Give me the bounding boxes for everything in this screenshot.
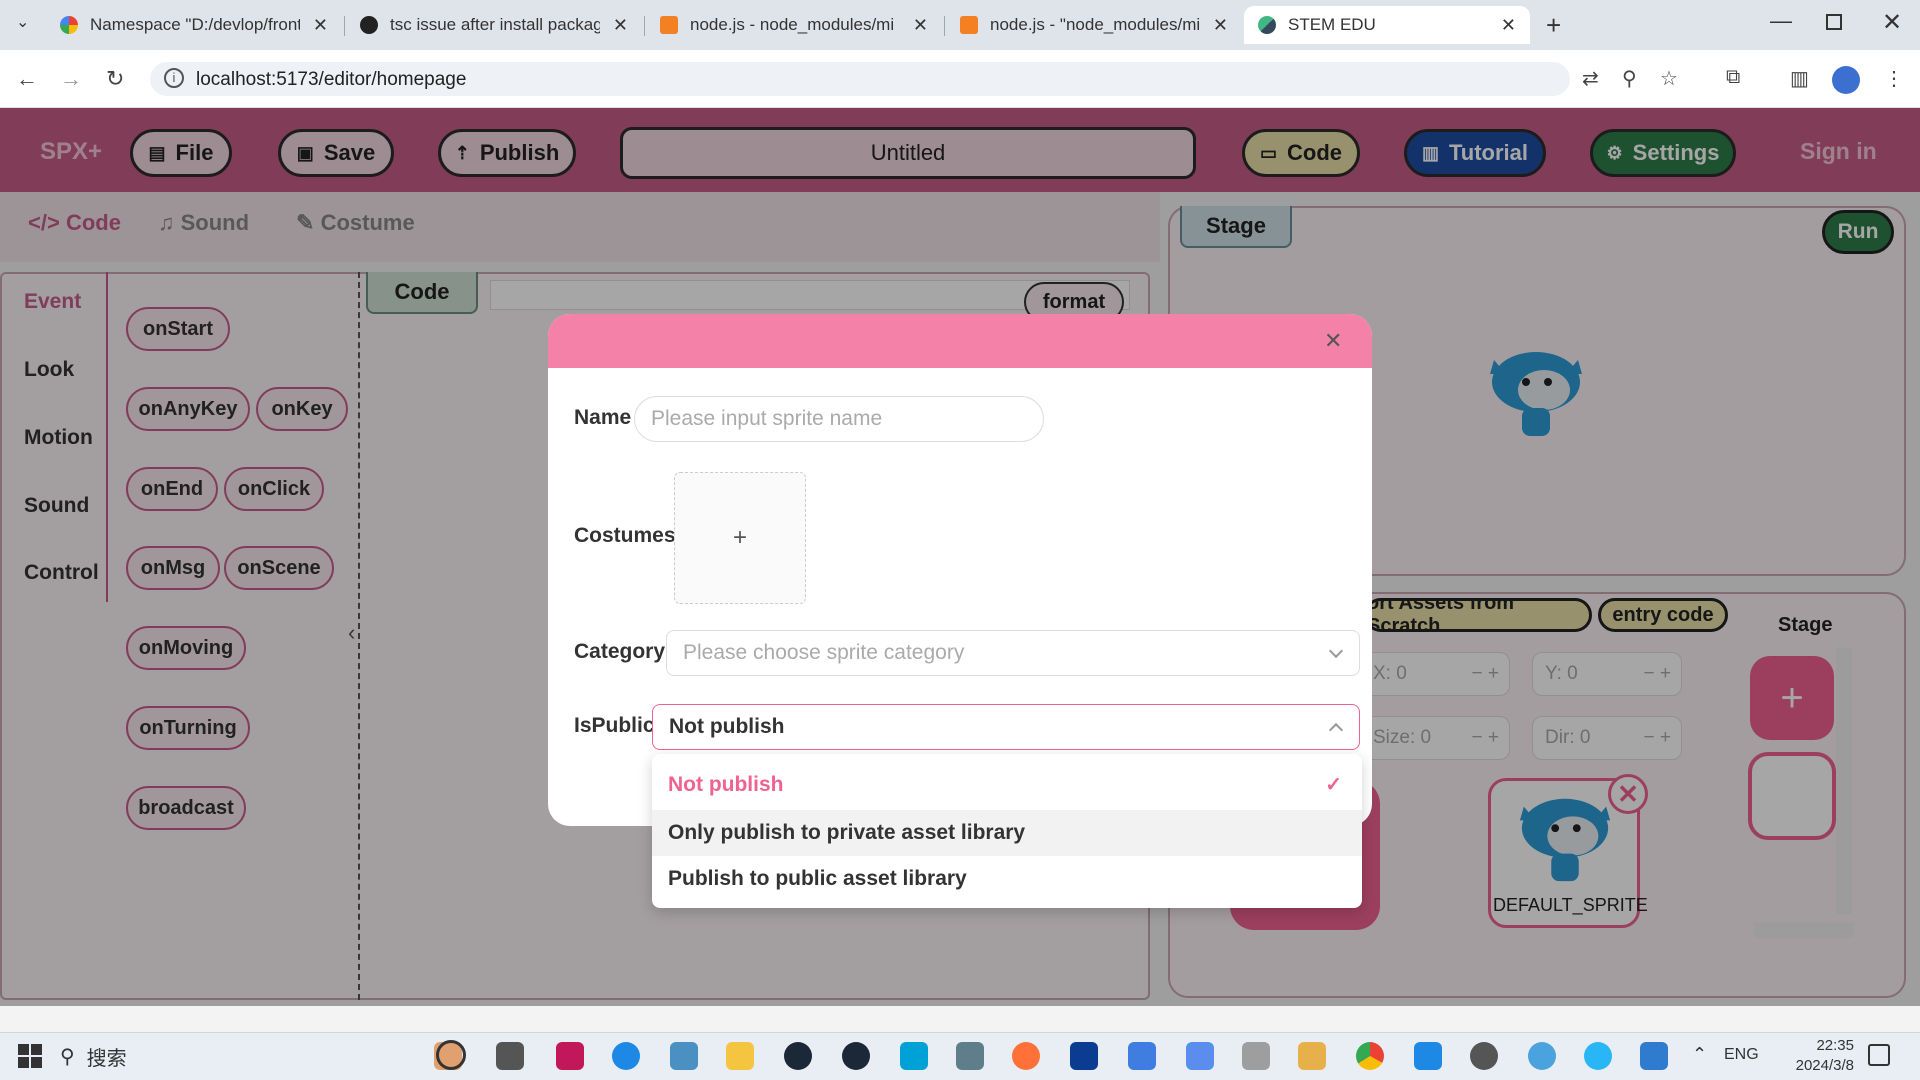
option-not-publish[interactable]: Not publish ✓ — [652, 762, 1362, 808]
menu-icon[interactable]: ⋮ — [1884, 66, 1904, 91]
clock[interactable]: 22:35 2024/3/8 — [1764, 1036, 1854, 1076]
tab-title: STEM EDU — [1288, 15, 1376, 34]
google-icon — [60, 16, 78, 34]
app-icon[interactable] — [1298, 1042, 1326, 1070]
clock-date: 2024/3/8 — [1795, 1057, 1854, 1074]
close-window-icon[interactable]: ✕ — [1882, 8, 1902, 37]
plus-icon: + — [732, 524, 747, 551]
forward-icon[interactable]: → — [60, 66, 82, 92]
url-text: localhost:5173/editor/homepage — [196, 69, 467, 90]
category-placeholder: Please choose sprite category — [683, 641, 965, 664]
close-modal-icon[interactable]: ✕ — [1324, 328, 1342, 354]
name-label: Name — [574, 406, 632, 429]
jetbrains-icon[interactable] — [556, 1042, 584, 1070]
modal-header — [548, 314, 1372, 368]
option-public-library[interactable]: Publish to public asset library — [652, 856, 1362, 902]
check-icon: ✓ — [1325, 774, 1342, 796]
tab-title: node.js - node_modules/mi — [690, 15, 895, 34]
option-label: Not publish — [668, 773, 784, 796]
ispublic-label: IsPublic — [574, 714, 655, 737]
chevron-down-icon — [1328, 643, 1344, 659]
clock-time: 22:35 — [1816, 1037, 1854, 1054]
close-tab-icon[interactable]: ✕ — [1213, 15, 1228, 36]
browser-tab-2[interactable]: tsc issue after install package ✕ — [346, 6, 642, 44]
chrome-icon[interactable] — [1356, 1042, 1384, 1070]
ispublic-value: Not publish — [669, 715, 785, 738]
close-tab-icon[interactable]: ✕ — [613, 15, 628, 36]
bilibili-icon[interactable] — [900, 1042, 928, 1070]
app-icon[interactable] — [1070, 1042, 1098, 1070]
browser-tab-1[interactable]: Namespace "D:/devlop/front ✕ — [46, 6, 342, 44]
task-view-icon[interactable] — [496, 1042, 524, 1070]
app-icon[interactable] — [1528, 1042, 1556, 1070]
option-label: Publish to public asset library — [668, 867, 967, 890]
taskbar-search-label: 搜索 — [86, 1047, 127, 1070]
app-icon[interactable] — [956, 1042, 984, 1070]
close-tab-icon[interactable]: ✕ — [913, 15, 928, 36]
github-icon — [360, 16, 378, 34]
windows-start-icon[interactable] — [18, 1044, 42, 1068]
minimize-icon[interactable]: — — [1770, 8, 1792, 34]
close-tab-icon[interactable]: ✕ — [1501, 15, 1516, 36]
translate-icon[interactable]: ⇄ — [1582, 66, 1599, 91]
reload-icon[interactable]: ↻ — [106, 66, 124, 92]
close-tab-icon[interactable]: ✕ — [313, 15, 328, 36]
notification-icon[interactable] — [1868, 1044, 1890, 1066]
info-icon[interactable]: i — [164, 68, 184, 88]
ispublic-select[interactable]: Not publish — [652, 704, 1360, 750]
app-icon[interactable] — [1584, 1042, 1612, 1070]
costume-upload-box[interactable]: + — [674, 472, 806, 604]
category-select[interactable]: Please choose sprite category — [666, 630, 1360, 676]
tab-title: node.js - "node_modules/mi — [990, 15, 1200, 34]
settings-gear-icon[interactable] — [1470, 1042, 1498, 1070]
zoom-icon[interactable]: ⚲ — [1622, 66, 1637, 91]
search-icon: ⚲ — [60, 1045, 75, 1068]
app-icon[interactable] — [670, 1042, 698, 1070]
tray-chevron-icon[interactable]: ⌃ — [1692, 1044, 1707, 1065]
category-label: Category: — [574, 640, 673, 663]
costumes-label: Costumes: — [574, 524, 683, 547]
file-explorer-icon[interactable] — [726, 1042, 754, 1070]
tab-search-chevron-icon[interactable]: ⌄ — [16, 12, 38, 34]
extensions-icon[interactable]: ⧉ — [1726, 66, 1740, 89]
language-indicator[interactable]: ENG — [1724, 1046, 1759, 1064]
app-icon[interactable] — [1186, 1042, 1214, 1070]
tab-title: Namespace "D:/devlop/front — [90, 15, 300, 34]
sprite-name-input[interactable]: Please input sprite name — [634, 396, 1044, 442]
steam-icon[interactable] — [784, 1042, 812, 1070]
new-tab-icon[interactable]: + — [1546, 10, 1561, 41]
ispublic-dropdown: Not publish ✓ Only publish to private as… — [652, 754, 1362, 908]
option-private-library[interactable]: Only publish to private asset library — [652, 810, 1362, 856]
url-field[interactable]: i localhost:5173/editor/homepage — [150, 62, 1570, 96]
profile-avatar[interactable] — [1832, 66, 1860, 94]
tab-title: tsc issue after install package — [390, 15, 600, 34]
app-icon[interactable] — [1640, 1042, 1668, 1070]
app-icon[interactable] — [1242, 1042, 1270, 1070]
side-panel-icon[interactable]: ▥ — [1790, 66, 1809, 91]
back-icon[interactable]: ← — [16, 66, 38, 92]
cortana-icon[interactable] — [436, 1040, 466, 1070]
stackoverflow-icon — [660, 16, 678, 34]
stackoverflow-icon — [960, 16, 978, 34]
browser-tab-3[interactable]: node.js - node_modules/mi ✕ — [646, 6, 942, 44]
restore-icon[interactable] — [1826, 14, 1842, 30]
app-icon[interactable] — [1128, 1042, 1156, 1070]
steam-icon[interactable] — [842, 1042, 870, 1070]
vue-icon — [1258, 16, 1276, 34]
edge-icon[interactable] — [612, 1042, 640, 1070]
bookmark-star-icon[interactable]: ☆ — [1660, 66, 1678, 91]
sprite-modal: ✕ Name Please input sprite name Costumes… — [548, 314, 1372, 826]
vscode-icon[interactable] — [1414, 1042, 1442, 1070]
browser-tab-5[interactable]: STEM EDU ✕ — [1244, 6, 1530, 44]
sprite-name-placeholder: Please input sprite name — [651, 407, 883, 430]
browser-tab-4[interactable]: node.js - "node_modules/mi ✕ — [946, 6, 1242, 44]
firefox-icon[interactable] — [1012, 1042, 1040, 1070]
chevron-down-icon — [1328, 722, 1344, 738]
taskbar-search[interactable]: ⚲ 搜索 — [60, 1038, 430, 1074]
option-label: Only publish to private asset library — [668, 821, 1026, 844]
